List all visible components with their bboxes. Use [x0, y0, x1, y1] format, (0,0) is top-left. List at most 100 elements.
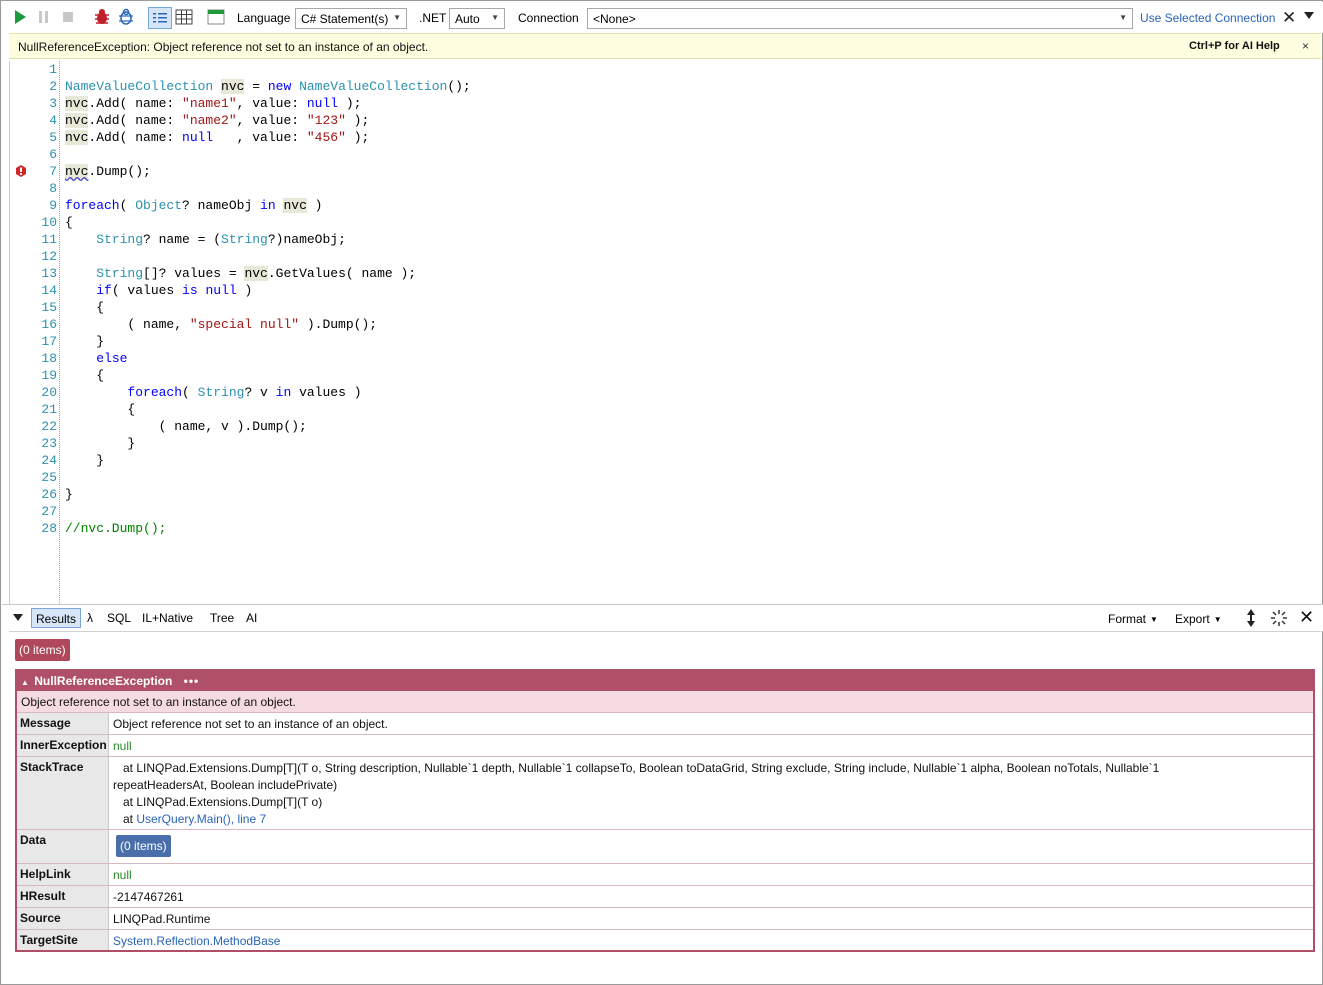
exception-header[interactable]: ▲ NullReferenceException •••	[17, 671, 1313, 691]
line-number: 24	[41, 453, 57, 468]
stop-icon[interactable]	[58, 7, 78, 27]
line-number: 7	[49, 164, 57, 179]
format-label: Format	[1108, 612, 1147, 626]
row-value: -2147467261	[113, 890, 184, 904]
code-line: NameValueCollection nvc = new NameValueC…	[65, 79, 471, 94]
format-menu[interactable]: Format ▼	[1108, 612, 1158, 626]
stack-prefix: at	[123, 812, 137, 826]
line-number: 23	[41, 436, 57, 451]
table-row: Message Object reference not set to an i…	[17, 712, 1313, 734]
code-line: }	[65, 487, 73, 502]
collapse-results-icon[interactable]	[13, 614, 23, 621]
line-number: 25	[41, 470, 57, 485]
line-number: 6	[49, 147, 57, 162]
results-pane: (0 items) ▲ NullReferenceException ••• O…	[9, 631, 1321, 983]
data-items-badge[interactable]: (0 items)	[116, 835, 171, 857]
connection-value: <None>	[593, 12, 636, 26]
code-line: String? name = (String?)nameObj;	[96, 232, 346, 247]
row-value: null	[113, 868, 132, 882]
line-number: 8	[49, 181, 57, 196]
pause-icon[interactable]	[34, 7, 54, 27]
line-number: 26	[41, 487, 57, 502]
target-site-link[interactable]: System.Reflection.MethodBase	[113, 933, 1309, 950]
source-line-link[interactable]: UserQuery.Main(), line 7	[136, 812, 266, 826]
code-line: }	[65, 436, 136, 451]
code-line: String[]? values = nvc.GetValues( name )…	[96, 266, 417, 281]
run-icon[interactable]	[10, 7, 30, 27]
row-value: Object reference not set to an instance …	[113, 717, 388, 731]
bug-red-icon[interactable]	[92, 7, 112, 27]
tab-lambda[interactable]: λ	[83, 608, 97, 628]
line-number: 10	[41, 215, 57, 230]
close-query-icon[interactable]: ✕	[1282, 8, 1296, 28]
more-options-icon[interactable]: •••	[184, 674, 200, 688]
code-line: //nvc.Dump();	[65, 521, 167, 536]
line-number: 27	[41, 504, 57, 519]
output-panel-icon[interactable]	[206, 7, 226, 27]
rich-text-results-icon[interactable]	[148, 7, 172, 29]
export-menu[interactable]: Export ▼	[1175, 612, 1222, 626]
items-badge[interactable]: (0 items)	[15, 639, 70, 661]
tab-sql[interactable]: SQL	[103, 608, 135, 628]
line-number: 11	[41, 232, 57, 247]
tab-ai[interactable]: AI	[242, 608, 261, 628]
expand-icon[interactable]	[1270, 609, 1288, 630]
use-selected-connection-link[interactable]: Use Selected Connection	[1140, 11, 1275, 25]
exception-type: NullReferenceException	[34, 674, 173, 688]
chevron-down-icon: ▼	[491, 13, 499, 22]
line-number: 5	[49, 130, 57, 145]
line-number: 13	[41, 266, 57, 281]
line-number: 2	[49, 79, 57, 94]
net-select[interactable]: Auto ▼	[449, 8, 505, 29]
code-line: ( name, "special null" ).Dump();	[65, 317, 378, 332]
line-number: 9	[49, 198, 57, 213]
code-line: else	[96, 351, 128, 366]
connection-select[interactable]: <None> ▼	[587, 8, 1133, 29]
language-value: C# Statement(s)	[301, 12, 389, 26]
close-banner-icon[interactable]: ×	[1302, 39, 1309, 53]
tab-results[interactable]: Results	[31, 608, 82, 628]
export-label: Export	[1175, 612, 1210, 626]
row-value: null	[113, 739, 132, 753]
code-editor[interactable]: 1 2 3 4 5 6 7 8 9 10 11 12 13 14 15 16 1…	[9, 61, 1321, 604]
line-number: 14	[41, 283, 57, 298]
row-key: Message	[17, 713, 109, 734]
connection-label: Connection	[518, 11, 579, 25]
table-row: StackTrace at LINQPad.Extensions.Dump[T]…	[17, 756, 1313, 829]
net-value: Auto	[455, 12, 480, 26]
collapse-triangle-icon[interactable]: ▲	[21, 678, 29, 687]
row-key: Data	[17, 830, 109, 863]
code-line: if( values is null )	[96, 283, 253, 298]
chevron-down-icon: ▼	[1119, 13, 1127, 22]
line-number: 3	[49, 96, 57, 111]
exception-marker-icon[interactable]	[16, 165, 26, 177]
resize-vertical-icon[interactable]	[1246, 609, 1256, 630]
stack-line: at LINQPad.Extensions.Dump[T](T o)	[123, 795, 323, 809]
results-toolbar: Results λ SQL IL+Native Tree AI Format ▼ …	[2, 605, 1323, 631]
bug-blue-icon[interactable]	[116, 7, 136, 27]
line-number-gutter: 1 2 3 4 5 6 7 8 9 10 11 12 13 14 15 16 1…	[10, 61, 59, 604]
language-select[interactable]: C# Statement(s) ▼	[295, 8, 407, 29]
code-line: {	[65, 300, 105, 315]
code-line: {	[65, 402, 136, 417]
chevron-down-icon: ▼	[393, 13, 401, 22]
row-value: LINQPad.Runtime	[113, 912, 211, 926]
close-results-icon[interactable]: ✕	[1299, 607, 1314, 628]
line-number: 15	[41, 300, 57, 315]
ai-help-hint[interactable]: Ctrl+P for AI Help	[1189, 40, 1280, 52]
line-number: 12	[41, 249, 57, 264]
tab-il-native[interactable]: IL+Native	[138, 608, 197, 628]
tab-tree[interactable]: Tree	[206, 608, 238, 628]
line-number: 1	[49, 62, 57, 77]
window-frame: Language C# Statement(s) ▼ .NET Auto ▼ C…	[0, 0, 1323, 985]
code-line: nvc.Dump();	[65, 164, 151, 179]
dropdown-menu-icon[interactable]	[1304, 12, 1314, 19]
language-label: Language	[237, 11, 291, 25]
row-key: HelpLink	[17, 864, 109, 885]
code-line: foreach( Object? nameObj in nvc )	[65, 198, 323, 213]
code-line: {	[65, 368, 105, 383]
line-number: 4	[49, 113, 57, 128]
table-row: HelpLink null	[17, 863, 1313, 885]
table-row: Source LINQPad.Runtime	[17, 907, 1313, 929]
grid-results-icon[interactable]	[174, 7, 194, 27]
